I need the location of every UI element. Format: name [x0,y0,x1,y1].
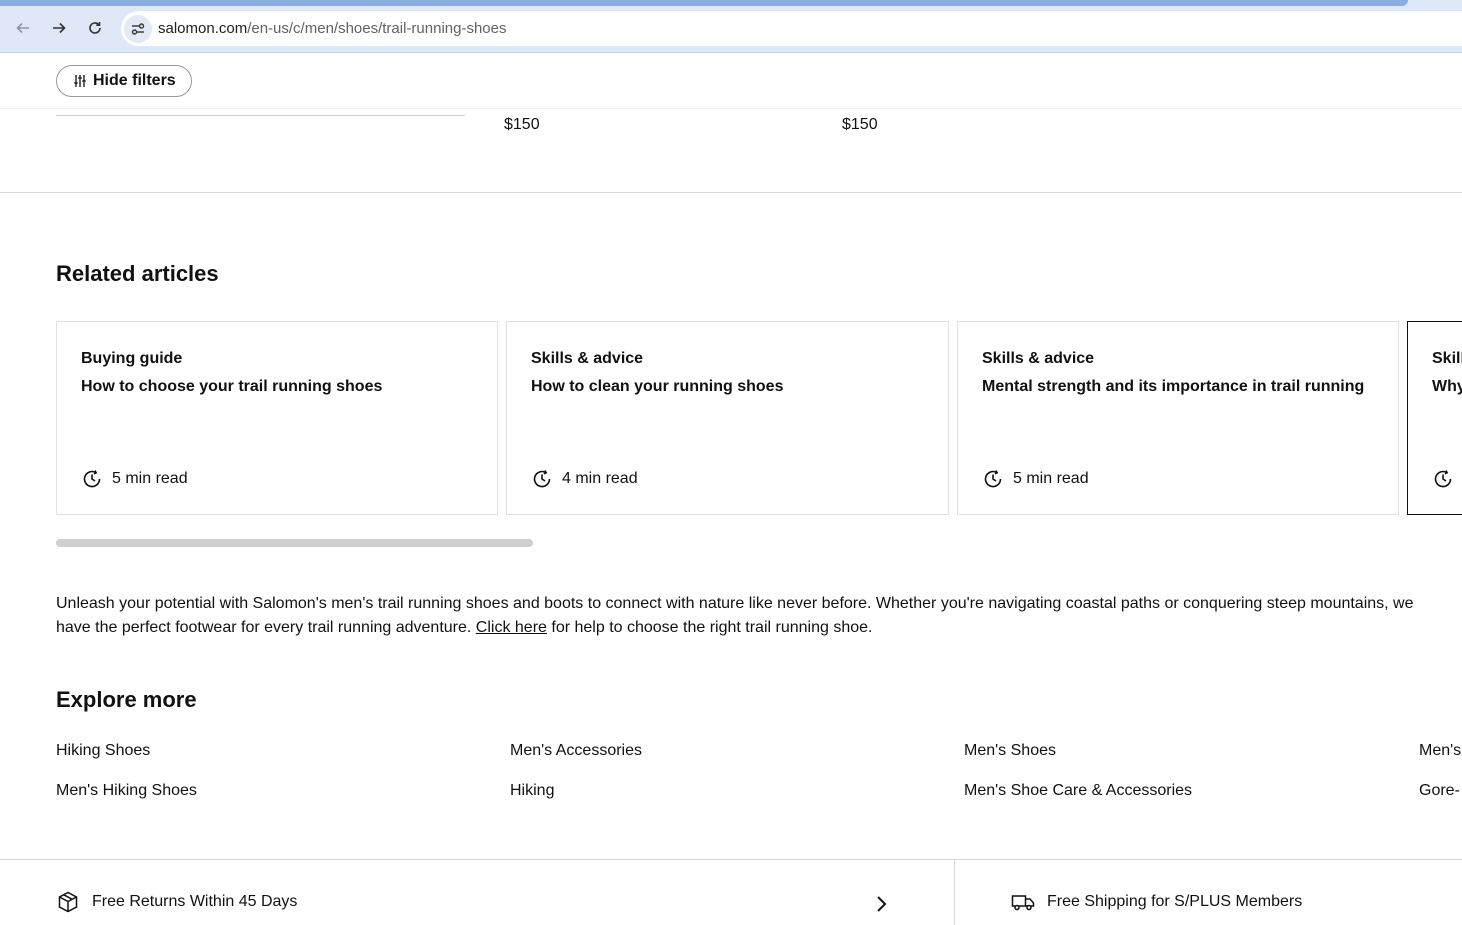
explore-link[interactable]: Men's [1419,742,1461,760]
filter-sliders-icon [74,75,86,87]
clock-icon [533,470,551,488]
truck-icon [1011,895,1035,911]
clock-icon [984,470,1002,488]
read-time-label: 5 min read [1013,470,1089,487]
article-card[interactable]: Skill Why [1407,321,1462,515]
hide-filters-label: Hide filters [93,72,176,89]
free-returns-label: Free Returns Within 45 Days [92,893,298,910]
read-time-label: 5 min read [112,470,188,487]
reload-icon [89,22,101,34]
read-time-label: 4 min read [562,470,638,487]
hide-filters-button[interactable]: Hide filters [56,65,192,97]
url-domain: salomon.com [158,20,248,37]
carousel-scrollbar[interactable] [56,539,533,547]
back-button[interactable] [10,15,36,41]
read-time: 5 min read [81,468,188,490]
read-time [1432,468,1454,490]
article-category: Skill [1432,350,1462,367]
product-price: $150 [842,116,878,133]
site-settings-icon[interactable] [124,14,152,43]
back-arrow-icon [16,22,29,34]
explore-link[interactable]: Men's Hiking Shoes [56,782,197,800]
url-path: /en-us/c/men/shoes/trail-running-shoes [247,20,507,37]
article-card[interactable]: Skills & advice Mental strength and its … [957,321,1399,515]
footer-divider [0,859,1462,860]
url-text: salomon.com/en-us/c/men/shoes/trail-runn… [158,20,507,37]
explore-more-heading: Explore more [56,687,197,712]
choose-shoe-link[interactable]: Click here [476,619,547,636]
clock-icon [1434,470,1452,488]
explore-link[interactable]: Men's Shoe Care & Accessories [964,782,1192,800]
product-price: $150 [504,116,540,133]
category-description: Unleash your potential with Salomon's me… [56,592,1416,640]
forward-arrow-icon [53,22,66,34]
article-title: How to choose your trail running shoes [81,378,383,395]
article-category: Buying guide [81,350,183,367]
free-shipping-item[interactable]: Free Shipping for S/PLUS Members [1011,890,1302,914]
article-category: Skills & advice [531,350,644,367]
address-bar[interactable]: salomon.com/en-us/c/men/shoes/trail-runn… [121,11,1462,46]
article-card[interactable]: Skills & advice How to clean your runnin… [506,321,949,515]
article-card[interactable]: Buying guide How to choose your trail ru… [56,321,498,515]
explore-link[interactable]: Gore- [1419,782,1460,800]
explore-link[interactable]: Hiking Shoes [56,742,150,760]
article-title: Mental strength and its importance in tr… [982,378,1365,395]
section-divider [0,192,1462,193]
read-time: 4 min read [531,468,638,490]
related-articles-heading: Related articles [56,261,219,286]
article-title: Why [1432,378,1462,395]
reload-button[interactable] [82,15,108,41]
package-icon [58,891,78,913]
description-text-end: for help to choose the right trail runni… [546,619,873,636]
filter-panel-divider [56,115,465,116]
article-category: Skills & advice [982,350,1095,367]
free-returns-item[interactable]: Free Returns Within 45 Days [56,890,297,914]
clock-icon [83,470,101,488]
footer-column-divider [954,859,955,925]
active-tab-strip [0,0,1408,6]
explore-link[interactable]: Hiking [510,782,554,800]
browser-toolbar: salomon.com/en-us/c/men/shoes/trail-runn… [0,0,1462,53]
forward-button[interactable] [46,15,72,41]
explore-link[interactable]: Men's Shoes [964,742,1056,760]
read-time: 5 min read [982,468,1089,490]
article-title: How to clean your running shoes [531,378,784,395]
free-shipping-label: Free Shipping for S/PLUS Members [1047,893,1303,910]
filter-bar: Hide filters [0,53,1462,109]
explore-link[interactable]: Men's Accessories [510,742,642,760]
chevron-right-icon[interactable] [872,892,892,916]
